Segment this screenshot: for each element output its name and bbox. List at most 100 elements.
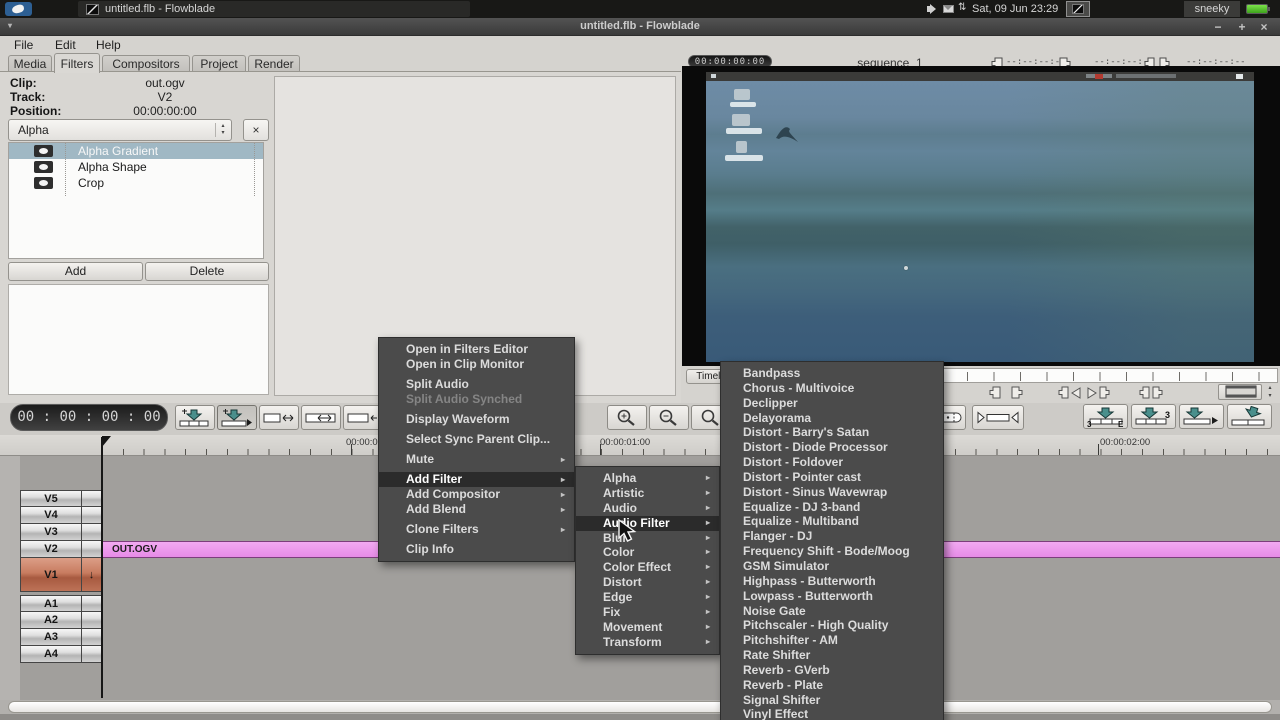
tab-project[interactable]: Project	[192, 55, 246, 72]
applications-menu-icon[interactable]	[5, 2, 32, 16]
track-control-cell[interactable]	[82, 629, 102, 646]
menu-item[interactable]: Bandpass	[721, 366, 943, 381]
append-clip-button[interactable]	[1179, 404, 1224, 429]
menu-item[interactable]: Distort▸	[576, 575, 719, 590]
menu-item[interactable]: Lowpass - Butterworth	[721, 589, 943, 604]
timeline-ruler[interactable]: 00:00:00:12 00:00:01:00 00:00:02:00	[0, 435, 1280, 456]
menu-item[interactable]: Split Audio	[379, 377, 574, 392]
menu-item[interactable]: Open in Filters Editor	[379, 342, 574, 357]
menu-item[interactable]: Distort - Barry's Satan	[721, 425, 943, 440]
filter-list-item[interactable]: Alpha Shape	[9, 159, 263, 175]
menu-item[interactable]: Fix▸	[576, 605, 719, 620]
range-play-button[interactable]	[972, 405, 1024, 430]
clock[interactable]: Sat, 09 Jun 23:29	[972, 3, 1058, 15]
menu-item[interactable]: Reverb - Plate	[721, 678, 943, 693]
menu-item[interactable]: Select Sync Parent Clip...	[379, 432, 574, 447]
close-button[interactable]: ×	[1256, 20, 1272, 34]
tab-render[interactable]: Render	[248, 55, 300, 72]
updown-arrows-icon[interactable]: ⇅	[958, 2, 966, 13]
menu-item[interactable]: Movement▸	[576, 620, 719, 635]
go-to-mark-in-icon[interactable]	[1058, 386, 1082, 400]
track-control-cell[interactable]	[82, 541, 102, 558]
insert-tool-button[interactable]	[175, 405, 215, 430]
track-header-a4[interactable]: A4	[20, 646, 102, 663]
mail-icon[interactable]	[943, 5, 954, 13]
menu-item[interactable]: Add Blend▸	[379, 502, 574, 517]
range-insert-3-button[interactable]: 3	[1131, 404, 1176, 429]
track-control-cell[interactable]	[82, 612, 102, 629]
slip-tool-button[interactable]	[343, 405, 383, 430]
tray-app-icon[interactable]	[1066, 1, 1090, 17]
menu-item[interactable]: Highpass - Butterworth	[721, 574, 943, 589]
timeline-hscroll-thumb[interactable]	[8, 701, 1272, 713]
menu-item[interactable]: Clip Info	[379, 542, 574, 557]
menu-item[interactable]: Distort - Diode Processor	[721, 440, 943, 455]
track-header-a1[interactable]: A1	[20, 595, 102, 612]
track-header-a3[interactable]: A3	[20, 629, 102, 646]
volume-icon[interactable]	[927, 4, 939, 16]
clear-filter-group-button[interactable]: ×	[243, 119, 269, 141]
go-to-mark-out-icon[interactable]	[1086, 386, 1110, 400]
clear-marks-icon[interactable]	[1138, 386, 1164, 400]
menu-item[interactable]: Rate Shifter	[721, 648, 943, 663]
track-control-cell[interactable]	[82, 595, 102, 612]
menu-file[interactable]: File	[14, 38, 33, 52]
menu-item[interactable]: Mute▸	[379, 452, 574, 467]
view-mode-button[interactable]	[1218, 384, 1262, 400]
track-header-v5[interactable]: V5	[20, 490, 102, 507]
overwrite-tool-button[interactable]	[217, 405, 257, 430]
menu-item[interactable]: Alpha▸	[576, 471, 719, 486]
tab-media[interactable]: Media	[8, 55, 52, 72]
set-mark-in-icon[interactable]	[986, 386, 1002, 400]
menu-edit[interactable]: Edit	[55, 38, 76, 52]
range-overwrite-3-button[interactable]: 3E	[1083, 404, 1128, 429]
maximize-button[interactable]: +	[1234, 20, 1250, 34]
menu-item[interactable]: GSM Simulator	[721, 559, 943, 574]
add-filter-button[interactable]: Add	[8, 262, 143, 281]
roll-tool-button[interactable]	[301, 405, 341, 430]
menu-item-audio-filter[interactable]: Audio Filter▸	[576, 516, 719, 531]
filter-list-item[interactable]: Alpha Gradient	[9, 143, 263, 159]
menu-item[interactable]: Vinyl Effect	[721, 707, 943, 720]
user-menu[interactable]: sneeky	[1184, 1, 1240, 17]
view-spinner-icon[interactable]: ▴▾	[1264, 384, 1276, 400]
menu-item[interactable]: Distort - Pointer cast	[721, 470, 943, 485]
track-header-v1-active[interactable]: V1 ↓	[20, 558, 102, 592]
menu-item[interactable]: Display Waveform	[379, 412, 574, 427]
active-track-arrow-icon[interactable]: ↓	[82, 558, 102, 592]
taskbar-window-button[interactable]: untitled.flb - Flowblade	[78, 1, 470, 17]
tab-compositors[interactable]: Compositors	[102, 55, 190, 72]
menu-item[interactable]: Equalize - DJ 3-band	[721, 500, 943, 515]
menu-item[interactable]: Blur▸	[576, 531, 719, 546]
menu-item[interactable]: Pitchscaler - High Quality	[721, 618, 943, 633]
track-control-cell[interactable]	[82, 490, 102, 507]
menu-item[interactable]: Distort - Foldover	[721, 455, 943, 470]
zoom-out-button[interactable]	[649, 405, 689, 430]
menu-item[interactable]: Transform▸	[576, 635, 719, 650]
menu-item[interactable]: Delayorama	[721, 411, 943, 426]
menu-item[interactable]: Clone Filters▸	[379, 522, 574, 537]
menu-item[interactable]: Signal Shifter	[721, 693, 943, 708]
trim-tool-button[interactable]	[259, 405, 299, 430]
filter-list-item[interactable]: Crop	[9, 175, 263, 191]
track-header-v4[interactable]: V4	[20, 507, 102, 524]
menu-item[interactable]: Color▸	[576, 545, 719, 560]
playhead-line[interactable]	[101, 437, 103, 698]
menu-item[interactable]: Frequency Shift - Bode/Moog	[721, 544, 943, 559]
menu-item[interactable]: Equalize - Multiband	[721, 514, 943, 529]
menu-item[interactable]: Declipper	[721, 396, 943, 411]
minimize-button[interactable]: −	[1210, 20, 1226, 34]
menu-item[interactable]: Distort - Sinus Wavewrap	[721, 485, 943, 500]
menu-item[interactable]: Reverb - GVerb	[721, 663, 943, 678]
delete-filter-button[interactable]: Delete	[145, 262, 269, 281]
menu-item[interactable]: Color Effect▸	[576, 560, 719, 575]
tab-filters[interactable]: Filters	[54, 53, 100, 73]
menu-item[interactable]: Chorus - Multivoice	[721, 381, 943, 396]
track-header-a2[interactable]: A2	[20, 612, 102, 629]
filter-group-select[interactable]: Alpha ▴▾	[8, 119, 232, 141]
menu-help[interactable]: Help	[96, 38, 121, 52]
menu-item[interactable]: Audio▸	[576, 501, 719, 516]
window-titlebar[interactable]: ▾ untitled.flb - Flowblade − + ×	[0, 18, 1280, 36]
menu-item[interactable]: Open in Clip Monitor	[379, 357, 574, 372]
menu-item[interactable]: Edge▸	[576, 590, 719, 605]
